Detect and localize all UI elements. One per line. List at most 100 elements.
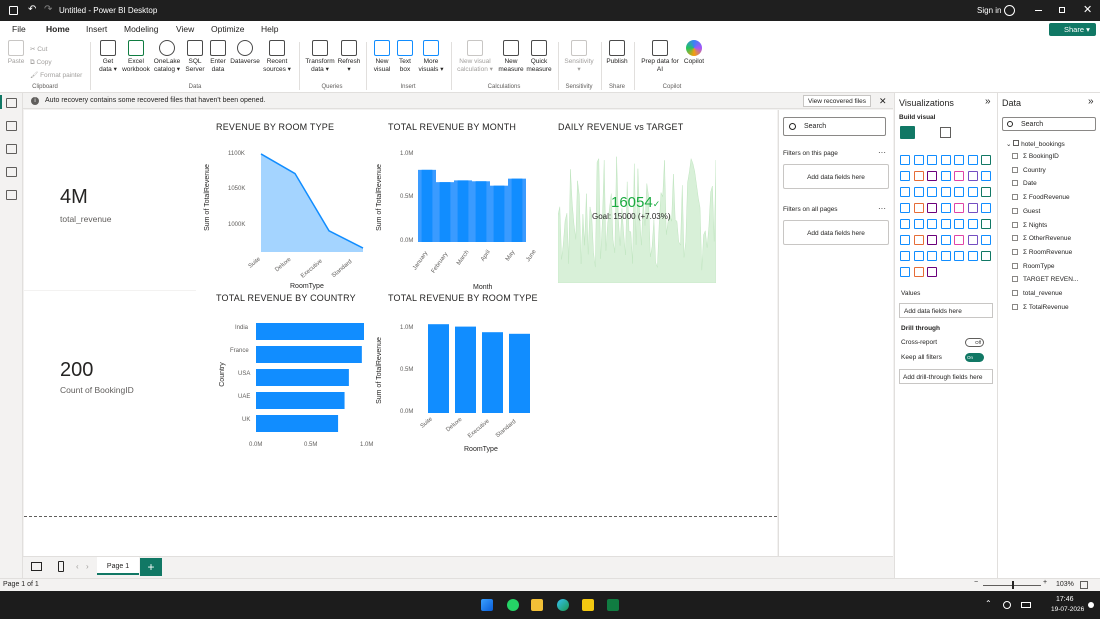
zoom-out-button[interactable]: − <box>974 579 978 586</box>
add-page-button[interactable]: + <box>140 558 162 576</box>
whatsapp-icon[interactable] <box>507 599 519 611</box>
build-visual-tab-icon[interactable] <box>900 126 915 139</box>
view-recovered-files-button[interactable]: View recovered files <box>803 95 872 107</box>
save-icon[interactable] <box>9 6 18 15</box>
notification-icon[interactable] <box>1088 602 1094 608</box>
network-icon[interactable] <box>1003 601 1011 609</box>
visual-type-icon[interactable] <box>940 219 951 229</box>
share-button[interactable]: Share ▾ <box>1049 23 1096 36</box>
visual-type-icon[interactable] <box>967 203 978 213</box>
values-drop-well[interactable]: Add data fields here <box>899 303 993 318</box>
recent-sources-button[interactable]: Recent sources ▾ <box>261 40 293 73</box>
visual-type-icon[interactable] <box>940 203 951 213</box>
quick-measure-button[interactable]: Quick measure <box>525 40 553 73</box>
visual-type-icon[interactable] <box>913 235 924 245</box>
visual-type-icon[interactable] <box>913 187 924 197</box>
data-search-input[interactable]: Search <box>1002 117 1096 131</box>
prev-page-icon[interactable]: ‹ <box>76 562 79 571</box>
account-icon[interactable] <box>1004 5 1015 16</box>
drill-through-drop-well[interactable]: Add drill-through fields here <box>899 369 993 384</box>
visual-type-icon[interactable] <box>954 155 964 165</box>
visual-type-icon[interactable] <box>927 267 937 277</box>
checkbox[interactable] <box>1012 262 1018 269</box>
visual-type-icon[interactable] <box>940 251 951 261</box>
power-bi-icon[interactable] <box>582 599 594 611</box>
visual-type-icon[interactable] <box>927 171 937 181</box>
collapse-icon[interactable]: » <box>1088 96 1094 107</box>
visual-type-icon[interactable] <box>900 155 910 165</box>
visual-type-icon[interactable] <box>900 187 910 197</box>
more-visuals-button[interactable]: More visuals ▾ <box>416 40 446 73</box>
keep-filters-toggle[interactable]: On <box>965 353 984 362</box>
more-options-icon[interactable]: ··· <box>878 148 886 157</box>
visual-type-icon[interactable] <box>981 219 991 229</box>
field-item[interactable]: Σ OtherRevenue <box>1012 235 1071 242</box>
dax-query-view-icon[interactable] <box>6 167 17 177</box>
visual-type-icon[interactable] <box>900 235 910 245</box>
filters-page-drop-well[interactable]: Add data fields here <box>783 164 889 189</box>
get-data-button[interactable]: Get data ▾ <box>96 40 120 73</box>
visual-type-icon[interactable] <box>900 267 910 277</box>
zoom-slider-thumb[interactable] <box>1012 581 1014 589</box>
menu-view[interactable]: View <box>176 21 194 38</box>
field-item[interactable]: Σ RoomRevenue <box>1012 248 1072 256</box>
menu-file[interactable]: File <box>12 21 26 38</box>
visual-type-icon[interactable] <box>913 171 924 181</box>
undo-icon[interactable]: ↶ <box>28 4 36 15</box>
visual-type-icon[interactable] <box>954 203 964 213</box>
report-view-icon[interactable] <box>6 98 17 108</box>
edge-icon[interactable] <box>557 599 569 611</box>
visual-type-icon[interactable] <box>981 187 991 197</box>
checkbox[interactable] <box>1012 180 1018 187</box>
visual-type-icon[interactable] <box>900 219 910 229</box>
field-item[interactable]: total_revenue <box>1012 290 1062 297</box>
copilot-button[interactable]: Copilot <box>682 40 706 66</box>
visual-type-icon[interactable] <box>954 219 964 229</box>
table-view-icon[interactable] <box>6 121 17 131</box>
field-item[interactable]: TARGET REVEN... <box>1012 276 1078 283</box>
menu-modeling[interactable]: Modeling <box>124 21 159 38</box>
zoom-in-button[interactable]: + <box>1043 579 1047 586</box>
visual-type-icon[interactable] <box>981 203 991 213</box>
cross-report-toggle[interactable]: Off <box>965 338 984 347</box>
visual-type-icon[interactable] <box>981 235 991 245</box>
chart-revenue-by-country[interactable]: TOTAL REVENUE BY COUNTRY Country India F… <box>196 291 376 456</box>
filter-search-input[interactable]: Search <box>783 117 886 136</box>
visual-type-icon[interactable] <box>913 251 924 261</box>
tray-chevron-icon[interactable]: ⌃ <box>985 599 992 608</box>
visual-type-icon[interactable] <box>927 251 937 261</box>
field-item[interactable]: Σ Nights <box>1012 221 1047 229</box>
kpi-daily-revenue-vs-target[interactable]: DAILY REVENUE vs TARGET 16054✓ Goal: 150… <box>556 120 724 285</box>
visual-type-icon[interactable] <box>927 219 937 229</box>
close-icon[interactable]: ✕ <box>1083 3 1092 16</box>
visual-type-icon[interactable] <box>927 203 937 213</box>
visual-type-icon[interactable] <box>913 203 924 213</box>
chart-revenue-by-room-type-bars[interactable]: TOTAL REVENUE BY ROOM TYPE 1.0M 0.5M 0.0… <box>368 291 538 461</box>
excel-button[interactable]: Excel workbook <box>120 40 152 73</box>
field-item[interactable]: RoomType <box>1012 262 1054 270</box>
field-item[interactable]: Σ BookingID <box>1012 153 1059 160</box>
close-infobar-icon[interactable]: ✕ <box>879 93 887 109</box>
visual-type-icon[interactable] <box>940 155 951 165</box>
text-box-button[interactable]: Text box <box>394 40 416 73</box>
visual-type-icon[interactable] <box>967 155 978 165</box>
new-visual-button[interactable]: New visual <box>370 40 394 73</box>
new-visual-calculation-button[interactable]: New visual calculation ▾ <box>453 40 497 73</box>
sql-button[interactable]: SQL Server <box>183 40 207 73</box>
onelake-button[interactable]: OneLake catalog ▾ <box>152 40 182 73</box>
visual-type-icon[interactable] <box>940 171 951 181</box>
visual-type-icon[interactable] <box>954 171 964 181</box>
checkbox[interactable] <box>1012 207 1018 214</box>
visual-type-icon[interactable] <box>940 187 951 197</box>
page-tab-1[interactable]: Page 1 <box>97 557 139 575</box>
menu-optimize[interactable]: Optimize <box>211 21 245 38</box>
minimize-icon[interactable] <box>1035 10 1042 11</box>
checkbox[interactable] <box>1012 276 1018 283</box>
cut-button[interactable]: ✂ Cut <box>30 43 82 56</box>
collapse-icon[interactable]: » <box>985 96 991 107</box>
visual-type-icon[interactable] <box>913 219 924 229</box>
maximize-icon[interactable] <box>1059 7 1065 13</box>
refresh-button[interactable]: Refresh ▾ <box>337 40 361 73</box>
chart-revenue-by-month[interactable]: TOTAL REVENUE BY MONTH 1.0M 0.5M 0.0M Su… <box>368 120 538 291</box>
field-item[interactable]: Guest <box>1012 207 1040 215</box>
